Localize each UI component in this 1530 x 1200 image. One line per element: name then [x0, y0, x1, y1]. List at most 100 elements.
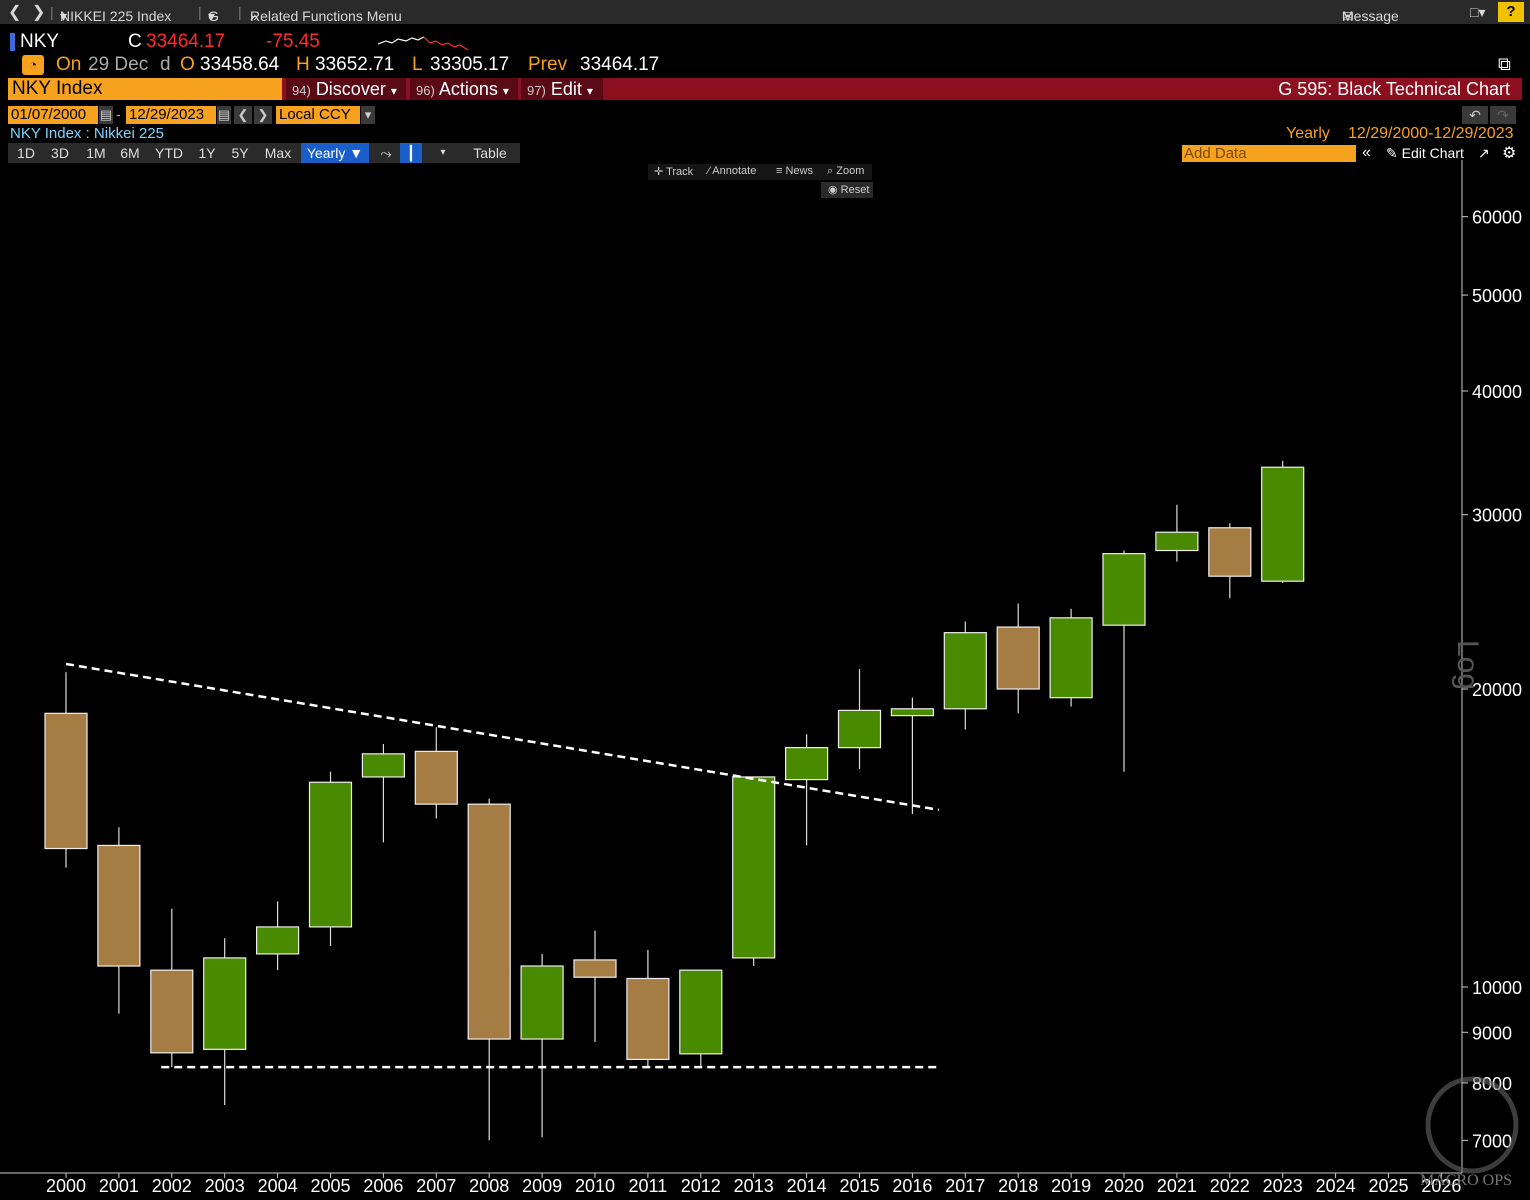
x-tick-label: 2003: [205, 1176, 245, 1196]
candle-body: [308, 781, 353, 928]
related-functions-label: Related Functions Menu: [250, 8, 402, 24]
y-tick-label: 50000: [1472, 286, 1522, 306]
x-tick-label: 2020: [1104, 1176, 1144, 1196]
discover-menu[interactable]: 94) Discover ▾: [286, 78, 406, 100]
x-tick-label: 2014: [787, 1176, 827, 1196]
x-tick-label: 2019: [1051, 1176, 1091, 1196]
candle-body: [573, 959, 617, 978]
discover-label: Discover: [315, 79, 386, 99]
x-tick-label: 2023: [1263, 1176, 1303, 1196]
candle-body: [1208, 527, 1252, 577]
date-separator: -: [116, 106, 121, 122]
open-value: 33458.64: [200, 54, 280, 75]
candle-body: [1102, 553, 1146, 626]
undo-icon[interactable]: ↶: [1462, 106, 1488, 124]
window-menu-icon[interactable]: □▾: [1470, 4, 1485, 21]
divider: |: [198, 4, 202, 20]
chevron-down-icon[interactable]: ▾: [361, 106, 375, 124]
popout-icon[interactable]: ⧉: [1498, 54, 1511, 75]
intraday-sparkline: [378, 36, 469, 51]
edit-menu[interactable]: 97) Edit ▾: [521, 78, 603, 100]
candle-body: [150, 969, 194, 1054]
chart-template-name: G 595: Black Technical Chart: [1278, 79, 1510, 99]
close-label: C: [128, 31, 142, 52]
end-date-field[interactable]: 12/29/2023: [126, 106, 216, 124]
prev-label: Prev: [528, 54, 568, 75]
candle-body: [1155, 531, 1199, 552]
y-tick-label: 30000: [1472, 506, 1522, 526]
calendar-icon[interactable]: ▤: [99, 106, 113, 124]
actions-num: 96): [416, 83, 435, 98]
candle-body: [943, 632, 987, 710]
help-button[interactable]: ?: [1498, 2, 1524, 22]
net-change: -75.45: [266, 31, 320, 52]
x-tick-label: 2013: [734, 1176, 774, 1196]
trendline: [65, 662, 940, 812]
chevron-down-icon: ▾: [502, 84, 509, 98]
candle-body: [520, 965, 564, 1040]
candle-body: [732, 776, 776, 959]
pencil-icon: ✎: [1386, 145, 1398, 161]
x-tick-label: 2006: [363, 1176, 403, 1196]
last-price: 33464.17: [146, 31, 226, 52]
edit-num: 97): [527, 83, 546, 98]
chevron-down-icon: ▼: [349, 145, 364, 161]
x-tick-label: 2008: [469, 1176, 509, 1196]
candle-body: [1049, 617, 1093, 699]
top-nav-bar: ❮ ❯ | NIKKEI 225 Index ▾ | G ▾ | Related…: [0, 0, 1530, 24]
chevron-down-icon: ▾: [60, 8, 68, 24]
start-date-field[interactable]: 01/07/2000: [8, 106, 98, 124]
candle-body: [203, 957, 247, 1050]
actions-label: Actions: [438, 79, 498, 99]
candle-body: [890, 708, 935, 717]
calendar-icon[interactable]: ▤: [217, 106, 231, 124]
chevron-down-icon: ▾: [208, 8, 216, 24]
low-label: L: [412, 54, 423, 75]
currency-select[interactable]: Local CCY: [276, 106, 360, 124]
high-label: H: [296, 54, 310, 75]
x-tick-label: 2024: [1316, 1176, 1356, 1196]
edit-chart-label: Edit Chart: [1401, 145, 1464, 161]
candle-body: [679, 969, 723, 1055]
message-label: Message: [1342, 8, 1399, 24]
candle-body: [626, 977, 670, 1061]
y-tick-label: 9000: [1472, 1023, 1512, 1043]
gauge-icon[interactable]: ◔: [22, 55, 44, 75]
prev-value: 33464.17: [580, 54, 660, 75]
x-tick-label: 2000: [46, 1176, 86, 1196]
x-tick-label: 2018: [998, 1176, 1038, 1196]
divider: |: [238, 4, 242, 20]
security-color-marker: [10, 33, 15, 51]
chevron-right-icon[interactable]: ❯: [254, 106, 272, 124]
x-tick-label: 2010: [575, 1176, 615, 1196]
chevron-left-icon[interactable]: ❮: [234, 106, 252, 124]
x-tick-label: 2005: [310, 1176, 350, 1196]
tab-yearly-label: Yearly: [306, 145, 346, 161]
edit-label: Edit: [550, 79, 582, 99]
period-label: Yearly: [1286, 125, 1330, 142]
actions-menu[interactable]: 96) Actions ▾: [410, 78, 518, 100]
candle-body: [256, 926, 300, 955]
candle-body: [361, 753, 405, 778]
y-tick-label: 10000: [1472, 978, 1522, 998]
candle-body: [414, 750, 458, 805]
y-tick-label: 40000: [1472, 382, 1522, 402]
x-tick-label: 2015: [839, 1176, 879, 1196]
chevron-down-icon: ▾: [390, 84, 397, 98]
discover-num: 94): [292, 83, 311, 98]
candlestick-chart[interactable]: 6000050000400003000020000100009000800070…: [0, 160, 1530, 1200]
watermark: MACRO OPS: [1420, 1172, 1513, 1189]
low-value: 33305.17: [430, 54, 510, 75]
candle-body: [97, 844, 141, 967]
forward-arrow-icon[interactable]: ❯: [32, 2, 45, 22]
on-label: On: [56, 54, 82, 75]
open-label: O: [180, 54, 195, 75]
d-label: d: [160, 54, 171, 75]
date-range-label: 12/29/2000-12/29/2023: [1348, 125, 1514, 142]
candle-body: [44, 712, 88, 850]
back-arrow-icon[interactable]: ❮: [8, 2, 21, 22]
high-value: 33652.71: [315, 54, 395, 75]
x-tick-label: 2009: [522, 1176, 562, 1196]
x-tick-label: 2016: [892, 1176, 932, 1196]
redo-icon[interactable]: ↷: [1490, 106, 1516, 124]
